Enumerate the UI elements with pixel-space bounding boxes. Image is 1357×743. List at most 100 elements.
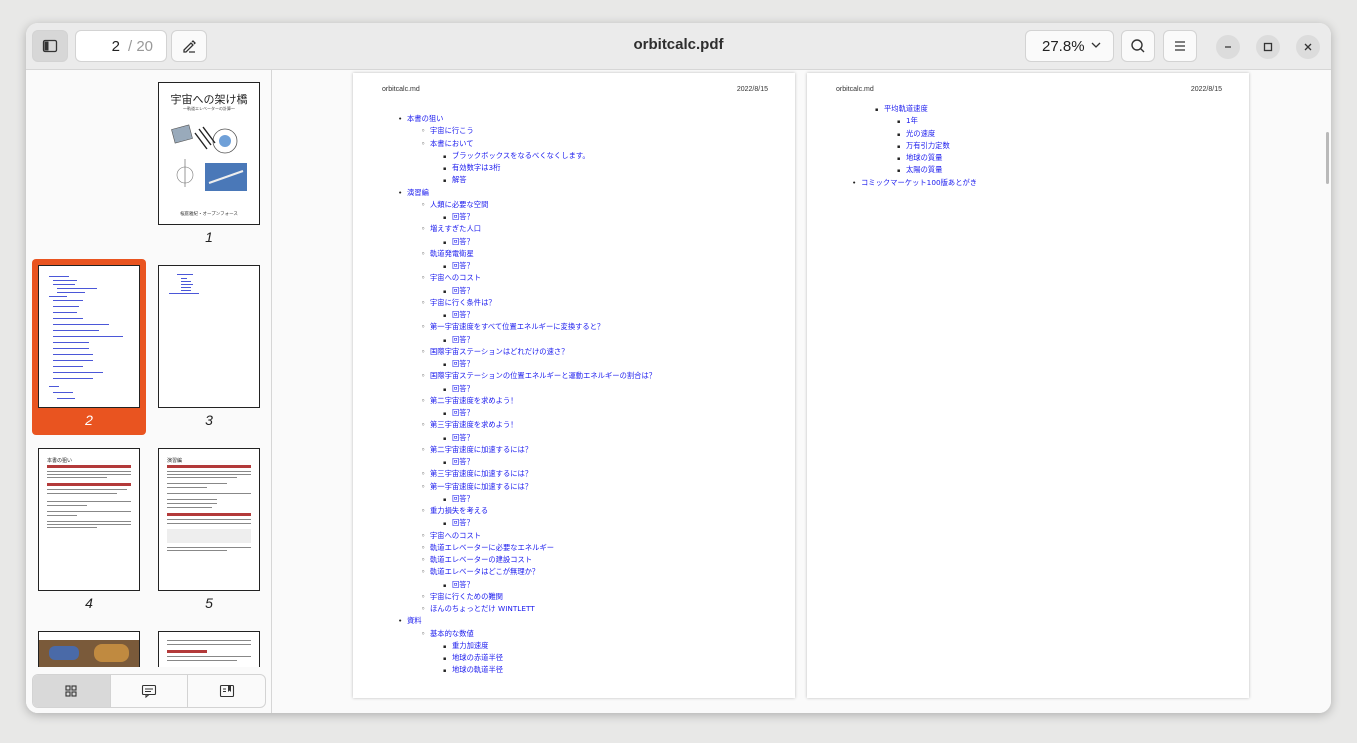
- toc-link[interactable]: 有効数字は3桁: [443, 162, 656, 176]
- menu-icon: [1175, 41, 1185, 51]
- toc-link[interactable]: 基本的な数値: [421, 628, 656, 641]
- toc-link[interactable]: 回答？: [443, 456, 656, 470]
- thumbnail-heading: 演習編: [167, 458, 183, 464]
- code-block: [167, 529, 251, 543]
- vertical-scrollbar[interactable]: [1326, 132, 1329, 184]
- toc-link[interactable]: 人類に必要な空間: [421, 199, 656, 212]
- toc-link[interactable]: 太陽の質量: [897, 164, 977, 178]
- toc-link[interactable]: 宇宙に行こう: [421, 125, 656, 138]
- toc-link[interactable]: 回答？: [443, 407, 656, 421]
- toc-link[interactable]: 回答？: [443, 432, 656, 446]
- toc-link[interactable]: 第二宇宙速度に加速するには？: [421, 444, 656, 457]
- toc-link[interactable]: 回答？: [443, 383, 656, 397]
- search-icon: [1131, 39, 1145, 53]
- main-menu-button[interactable]: [1163, 30, 1197, 62]
- toc-link[interactable]: 回答？: [443, 260, 656, 274]
- toc-link[interactable]: 第一宇宙速度に加速するには？: [421, 481, 656, 494]
- thumbnail-label-2: 2: [85, 412, 93, 428]
- cover-subtitle: ～軌道エレベーターの計算～: [183, 106, 235, 111]
- toc-link[interactable]: 資料: [398, 615, 656, 628]
- table-of-contents-continued: 平均軌道速度1年光の速度万有引力定数地球の質量太陽の質量コミックマーケット100…: [807, 103, 977, 189]
- annotations-tab[interactable]: [111, 675, 189, 707]
- toc-link[interactable]: 第三宇宙速度を求めよう！: [421, 419, 656, 432]
- toc-link[interactable]: 演習編: [398, 187, 656, 200]
- document-viewer-window: 2 / 20 orbitcalc.pdf 27.8% 宇宙への架け橋 ～軌道エレ…: [26, 23, 1331, 713]
- toc-link[interactable]: 第三宇宙速度に加速するには？: [421, 468, 656, 481]
- thumbnail-page-2[interactable]: [38, 265, 140, 408]
- toc-link[interactable]: 第一宇宙速度をすべて位置エネルギーに変換すると？: [421, 321, 656, 334]
- toc-link[interactable]: 重力加速度: [443, 640, 656, 654]
- toc-link[interactable]: ほんのちょっとだけ WINTLETT: [421, 603, 656, 616]
- toc-link[interactable]: 地球の質量: [897, 152, 977, 166]
- toc-link[interactable]: 軌道エレベーターの建設コスト: [421, 554, 656, 567]
- toc-link[interactable]: 万有引力定数: [897, 140, 977, 154]
- toc-link[interactable]: 第二宇宙速度を求めよう！: [421, 395, 656, 408]
- thumbnail-heading: 本書の狙い: [47, 458, 73, 464]
- toc-link[interactable]: 回答？: [443, 493, 656, 507]
- bookmarks-icon: [219, 684, 234, 698]
- annotations-icon: [141, 684, 157, 698]
- page-header-filename: orbitcalc.md: [382, 86, 420, 93]
- thumbnails-tab[interactable]: [33, 675, 111, 707]
- toc-link[interactable]: 重力損失を考える: [421, 505, 656, 518]
- cover-footer: 桜庭雅紀・オープンフォース: [180, 212, 238, 217]
- toc-link[interactable]: 国際宇宙ステーションの位置エネルギーと運動エネルギーの割合は？: [421, 370, 656, 383]
- thumbnail-sidebar: 宇宙への架け橋 ～軌道エレベーターの計算～ 桜庭雅紀・オープンフォース 1 2 …: [26, 70, 272, 713]
- minimize-icon: [1225, 46, 1231, 48]
- toc-link[interactable]: 軌道発電衛星: [421, 248, 656, 261]
- page-number-field[interactable]: 2 / 20: [75, 30, 167, 62]
- document-view[interactable]: orbitcalc.md 2022/8/15 本書の狙い宇宙に行こう本書において…: [273, 70, 1331, 713]
- annotate-button[interactable]: [171, 30, 207, 62]
- toc-link[interactable]: 宇宙に行く条件は？: [421, 297, 656, 310]
- toc-link[interactable]: 回答？: [443, 358, 656, 372]
- toc-link[interactable]: 回答？: [443, 285, 656, 299]
- search-button[interactable]: [1121, 30, 1155, 62]
- toc-link[interactable]: 回答？: [443, 236, 656, 250]
- total-pages-label: / 20: [128, 38, 154, 55]
- page-header-date: 2022/8/15: [1190, 86, 1222, 93]
- thumbnail-page-4[interactable]: 本書の狙い: [38, 448, 140, 591]
- bookmarks-tab[interactable]: [188, 675, 265, 707]
- page-header-filename: orbitcalc.md: [836, 86, 874, 93]
- toc-link[interactable]: 国際宇宙ステーションはどれだけの速さ？: [421, 346, 656, 359]
- zoom-value: 27.8%: [1042, 38, 1085, 55]
- document-page-3: orbitcalc.md 2022/8/15 平均軌道速度1年光の速度万有引力定…: [807, 73, 1249, 698]
- sidebar-toggle-button[interactable]: [32, 30, 68, 62]
- zoom-selector[interactable]: 27.8%: [1025, 30, 1114, 62]
- header-bar: 2 / 20 orbitcalc.pdf 27.8%: [26, 23, 1331, 70]
- toc-link[interactable]: 軌道エレベータはどこが無理か？: [421, 566, 656, 579]
- toc-link[interactable]: 回答？: [443, 517, 656, 531]
- thumbnail-page-1[interactable]: 宇宙への架け橋 ～軌道エレベーターの計算～ 桜庭雅紀・オープンフォース: [158, 82, 260, 225]
- toc-link[interactable]: 1年: [897, 115, 977, 129]
- toc-link[interactable]: 平均軌道速度: [875, 103, 977, 117]
- toc-link[interactable]: コミックマーケット100版あとがき: [852, 177, 977, 190]
- toc-link[interactable]: ブラックボックスをなるべくなくします。: [443, 150, 656, 164]
- thumbnail-label-3: 3: [205, 412, 213, 428]
- toc-link[interactable]: 宇宙へのコスト: [421, 530, 656, 543]
- current-page-input[interactable]: 2: [76, 38, 120, 55]
- document-page-2: orbitcalc.md 2022/8/15 本書の狙い宇宙に行こう本書において…: [353, 73, 795, 698]
- toc-link[interactable]: 回答？: [443, 334, 656, 348]
- thumbnails-icon: [65, 685, 77, 697]
- toc-link[interactable]: 回答？: [443, 211, 656, 225]
- toc-link[interactable]: 宇宙に行くための難関: [421, 591, 656, 604]
- toc-link[interactable]: 増えすぎた人口: [421, 223, 656, 236]
- toc-link[interactable]: 回答？: [443, 579, 656, 593]
- maximize-button[interactable]: [1256, 35, 1280, 59]
- sidebar-mode-switcher: [32, 674, 266, 708]
- toc-link[interactable]: 本書において: [421, 138, 656, 151]
- toc-link[interactable]: 解答: [443, 174, 656, 188]
- toc-link[interactable]: 回答？: [443, 309, 656, 323]
- toc-link[interactable]: 本書の狙い: [398, 113, 656, 126]
- thumbnail-page-3[interactable]: [158, 265, 260, 408]
- annotate-icon: [183, 40, 196, 53]
- toc-link[interactable]: 地球の赤道半径: [443, 652, 656, 666]
- toc-link[interactable]: 軌道エレベーターに必要なエネルギー: [421, 542, 656, 555]
- toc-link[interactable]: 宇宙へのコスト: [421, 272, 656, 285]
- close-button[interactable]: [1296, 35, 1320, 59]
- toc-link[interactable]: 光の速度: [897, 128, 977, 142]
- minimize-button[interactable]: [1216, 35, 1240, 59]
- toc-link[interactable]: 地球の軌道半径: [443, 664, 656, 678]
- cover-title: 宇宙への架け橋: [170, 93, 248, 106]
- thumbnail-page-5[interactable]: 演習編: [158, 448, 260, 591]
